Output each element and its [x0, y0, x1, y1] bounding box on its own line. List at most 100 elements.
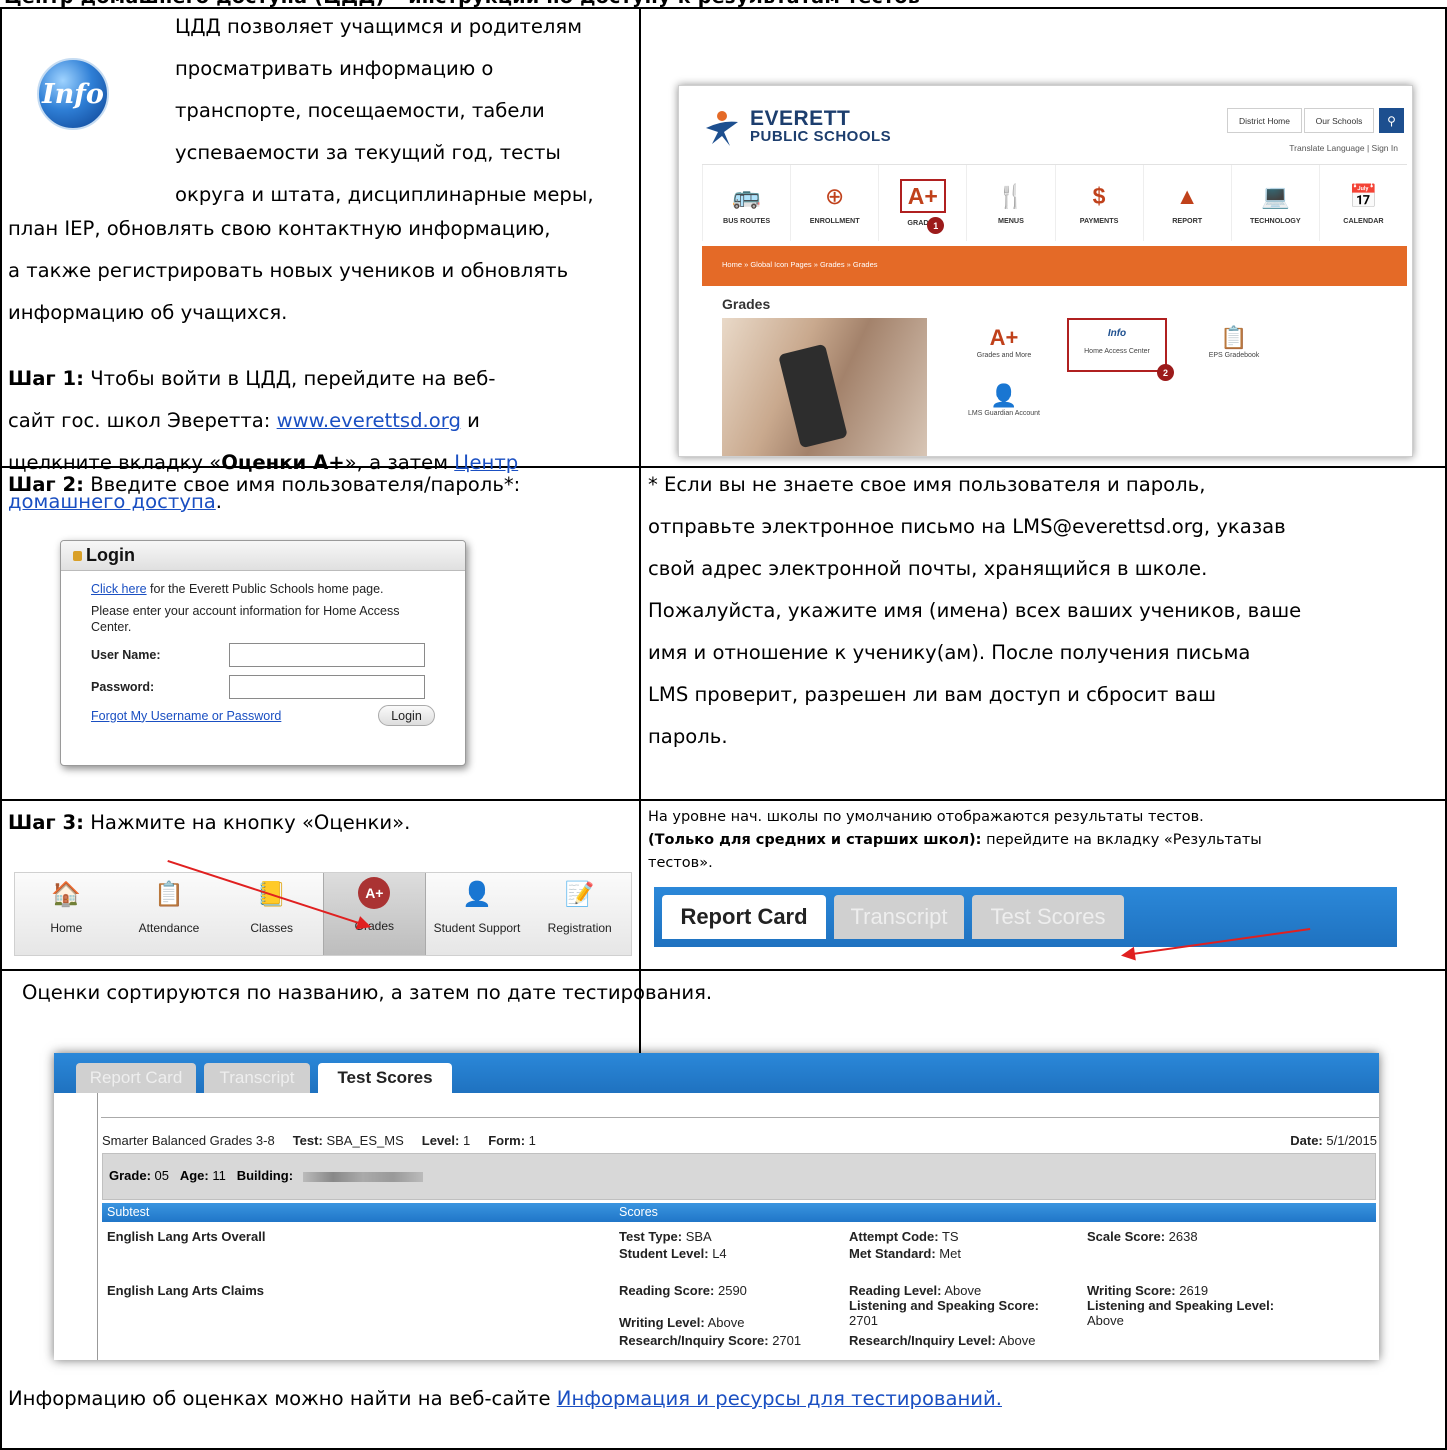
nav-grades[interactable]: A+ Grades [323, 873, 426, 955]
row2-subtest: English Lang Arts Claims [107, 1283, 264, 1298]
grades-and-more-tile[interactable]: A+ Grades and More [949, 324, 1059, 359]
tab-report-card[interactable]: Report Card [76, 1063, 196, 1093]
table-mid-border [639, 7, 641, 1057]
testing-resources-link[interactable]: Информация и ресурсы для тестирований. [557, 1387, 1002, 1410]
menus-item[interactable]: 🍴 MENUS [966, 165, 1054, 241]
registration-icon: 📝 [564, 880, 595, 908]
tab-strip: Report Card Transcript Test Scores [654, 887, 1397, 947]
nav-label: Registration [547, 921, 612, 935]
score-item: Reading Level: Above [849, 1283, 981, 1298]
bus-routes-item[interactable]: 🚌 BUS ROUTES [702, 165, 790, 241]
person-icon: 👤 [462, 880, 492, 908]
student-info-row: Grade: 05 Age: 11 Building: [102, 1153, 1376, 1200]
tab-test-scores[interactable]: Test Scores [972, 895, 1124, 939]
form-label: Form: [488, 1133, 526, 1148]
forgot-link[interactable]: Forgot My Username or Password [91, 708, 281, 724]
click-here-link[interactable]: Click here [91, 582, 147, 596]
tab-transcript[interactable]: Transcript [834, 895, 964, 939]
score-value: 2701 [772, 1333, 802, 1348]
note-line: Пожалуйста, укажите имя (имена) всех ваш… [648, 599, 1302, 622]
intro-text-wide: план IEP, обновлять свою контактную инфо… [8, 212, 636, 329]
note-line: имя и отношение к ученику(ам). После пол… [648, 641, 1251, 664]
score-label: Research/Inquiry Level: [849, 1333, 996, 1348]
step1-text-part: сайт гос. школ Эверетта: [8, 409, 277, 432]
tab-transcript[interactable]: Transcript [204, 1063, 310, 1093]
col-scores: Scores [619, 1205, 658, 1219]
nav-home[interactable]: 🏠 Home [15, 873, 118, 955]
login-button[interactable]: Login [378, 705, 435, 726]
nav-classes[interactable]: 📒Classes [220, 873, 323, 955]
score-value: Above [707, 1315, 745, 1330]
test-value: SBA_ES_MS [326, 1133, 404, 1148]
everettsd-link[interactable]: www.everettsd.org [277, 409, 461, 432]
our-schools-button[interactable]: Our Schools [1304, 108, 1374, 133]
test-tab-bar: Report Card Transcript Test Scores [54, 1053, 1379, 1093]
login-text: Please enter your account information fo… [91, 604, 400, 634]
nav-registration[interactable]: 📝 Registration [528, 873, 631, 955]
tab-report-card[interactable]: Report Card [662, 895, 826, 939]
score-label: Reading Level: [849, 1283, 942, 1298]
calendar-item[interactable]: 📅 CALENDAR [1318, 165, 1407, 241]
report-item[interactable]: ▲ REPORT [1142, 165, 1231, 241]
eps-logo: EVERETT PUBLIC SCHOOLS [702, 108, 891, 148]
intro-text: ЦДД позволяет учащимся и родителям просм… [175, 10, 635, 211]
fork-knife-icon: 🍴 [996, 183, 1026, 209]
score-label: Met Standard: [849, 1246, 936, 1261]
login-dialog: Login Click here for the Everett Public … [60, 540, 466, 766]
icon-label: TECHNOLOGY [1249, 216, 1301, 225]
score-value: Above [998, 1333, 1036, 1348]
score-item: Reading Score: 2590 [619, 1283, 747, 1298]
tab-test-scores[interactable]: Test Scores [318, 1063, 452, 1093]
intro-line: а также регистрировать новых учеников и … [8, 259, 569, 282]
tile-label: Home Access Center [1084, 348, 1150, 355]
step1-text-part: и [460, 409, 480, 432]
score-item: Test Type: SBA [619, 1229, 712, 1244]
calendar-icon: 📅 [1349, 183, 1378, 209]
sort-note: Оценки сортируются по названию, а затем … [22, 981, 713, 1004]
elem-note-line: На уровне нач. школы по умолчанию отобра… [648, 809, 1204, 825]
row3-bottom-border [0, 969, 1447, 971]
score-item: Research/Inquiry Level: Above [849, 1333, 1035, 1348]
score-item: Listening and Speaking Score: 2701 [849, 1298, 1079, 1328]
grades-item[interactable]: A+ GRADES 1 [878, 165, 966, 241]
intro-line: округа и штата, дисциплинарные меры, [175, 183, 594, 206]
lms-guardian-tile[interactable]: 👤 LMS Guardian Account [949, 382, 1059, 417]
enrollment-item[interactable]: ⊕ ENROLLMENT [790, 165, 878, 241]
search-icon[interactable]: ⚲ [1379, 108, 1404, 133]
district-home-button[interactable]: District Home [1227, 108, 1302, 133]
score-value: 2619 [1179, 1283, 1209, 1298]
nav-student-support[interactable]: 👤 Student Support [426, 873, 529, 955]
note-line: отправьте электронное письмо на LMS@ever… [648, 515, 1286, 538]
table-top-border [0, 7, 1447, 9]
note-line: пароль. [648, 725, 728, 748]
payments-item[interactable]: $ PAYMENTS [1054, 165, 1143, 241]
username-input[interactable] [229, 643, 425, 667]
score-label: Attempt Code: [849, 1229, 939, 1244]
grades-icon: A+ [899, 179, 946, 213]
redacted-building [303, 1171, 424, 1182]
building-label: Building: [236, 1168, 294, 1183]
score-label: Writing Level: [619, 1315, 705, 1330]
translate-signin[interactable]: Translate Language | Sign In [1289, 143, 1398, 153]
step1-label: Шаг 1: [8, 367, 84, 390]
step2-text: Шаг 2: Введите свое имя пользователя/пар… [8, 468, 638, 501]
footer-prefix: Информацию об оценках можно найти на веб… [8, 1387, 557, 1410]
technology-item[interactable]: 💻 TECHNOLOGY [1230, 165, 1319, 241]
step2-label: Шаг 2: [8, 473, 84, 496]
bus-icon: 🚌 [732, 183, 761, 209]
password-label: Password: [91, 680, 155, 694]
score-label: Listening and Speaking Level: [1087, 1298, 1275, 1313]
nav-attendance[interactable]: 📋 Attendance [118, 873, 221, 955]
score-item: Listening and Speaking Level: Above [1087, 1298, 1317, 1328]
eps-gradebook-tile[interactable]: 📋 EPS Gradebook [1179, 324, 1289, 359]
home-access-center-tile[interactable]: Info Home Access Center [1067, 318, 1167, 372]
score-value: Above [944, 1283, 982, 1298]
grades-title: Grades [722, 296, 771, 312]
login-header: Login [61, 541, 465, 571]
icon-label: ENROLLMENT [809, 216, 860, 225]
icon-label: PAYMENTS [1079, 216, 1119, 225]
score-label: Test Type: [619, 1229, 683, 1244]
password-input[interactable] [229, 675, 425, 699]
logo-line: PUBLIC SCHOOLS [750, 128, 892, 145]
score-label: Reading Score: [619, 1283, 715, 1298]
